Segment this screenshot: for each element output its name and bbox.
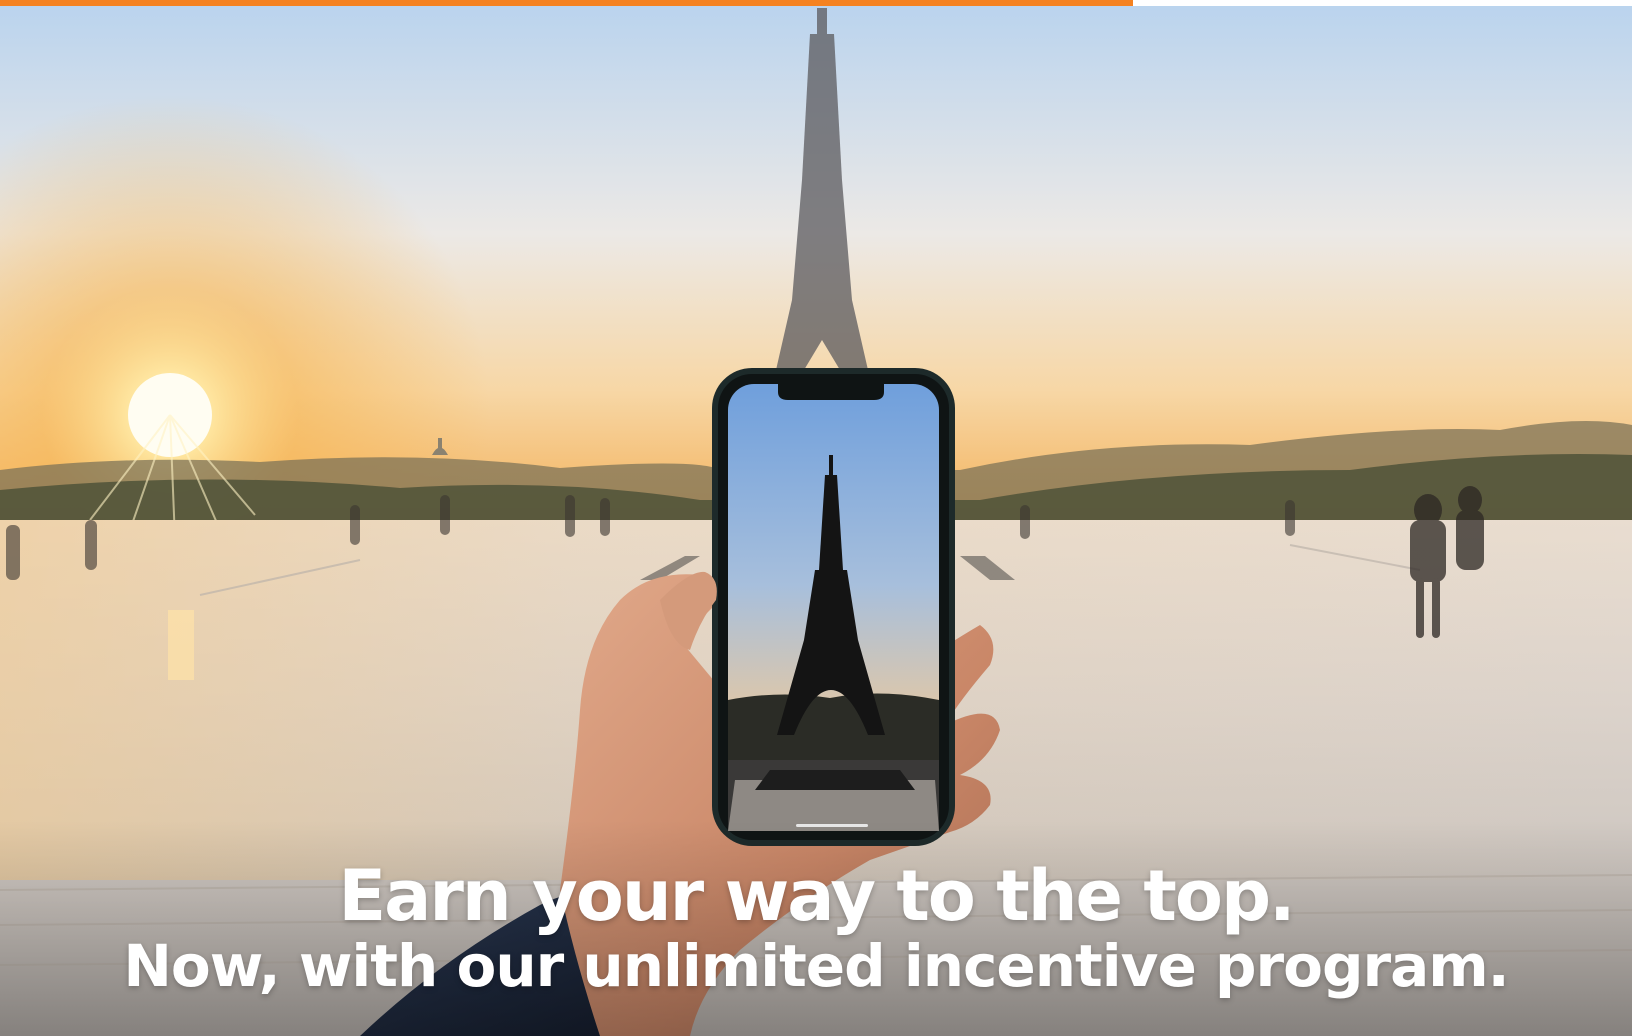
slide-progress-fill [0,0,1133,6]
subheadline: Now, with our unlimited incentive progra… [123,932,1509,1000]
ad-banner: Earn your way to the top. Now, with our … [0,0,1632,1036]
slide-progress-bar [0,0,1632,6]
headline: Earn your way to the top. [338,855,1295,937]
